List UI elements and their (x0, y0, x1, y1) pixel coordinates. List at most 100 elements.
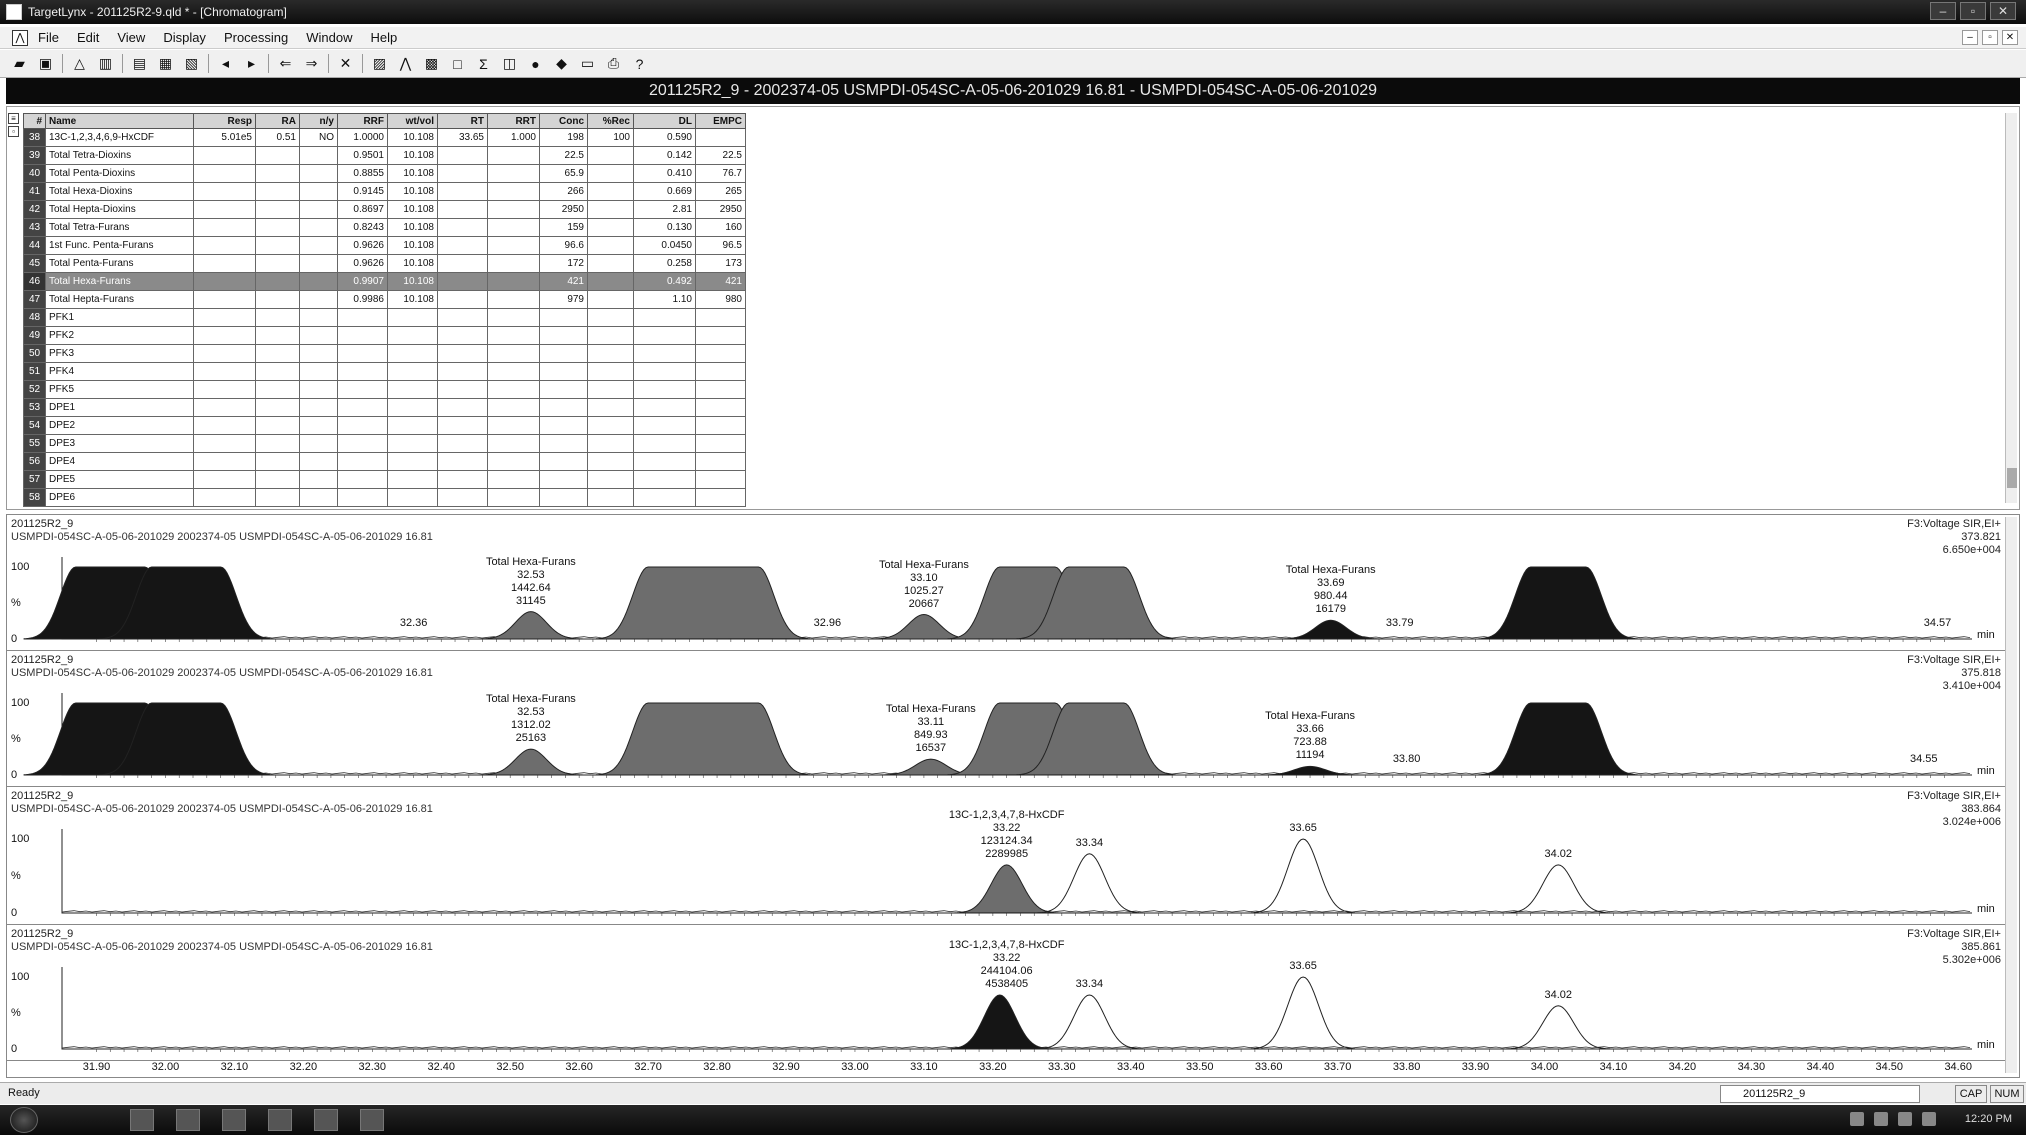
next-compound-icon[interactable]: ⇒ (302, 54, 321, 73)
start-button[interactable] (10, 1107, 38, 1133)
chromatogram-peak[interactable] (1037, 994, 1142, 1050)
peak-annotation[interactable]: Total Hexa-Furans 33.69 980.44 16179 (1286, 564, 1376, 616)
restore-button[interactable]: ▫ (1960, 2, 1986, 20)
chromatogram-trace-1[interactable]: 201125R2_9 USMPDI-054SC-A-05-06-201029 20… (7, 515, 2007, 651)
menu-processing[interactable]: Processing (224, 30, 288, 45)
col-header-0[interactable]: # (23, 113, 46, 129)
tools-icon[interactable]: ▨ (370, 54, 389, 73)
table-row[interactable]: 39 Total Tetra-Dioxins 0.9501 10.108 22.5 0.1… (23, 146, 746, 165)
chromatogram-peak[interactable] (1250, 838, 1355, 914)
chromatogram-peak[interactable] (947, 994, 1052, 1050)
taskbar-app-2[interactable] (176, 1109, 200, 1131)
taskbar-app-6[interactable] (360, 1109, 384, 1131)
peak-annotation[interactable]: Total Hexa-Furans 33.11 849.93 16537 (886, 703, 976, 755)
print-icon[interactable]: ⎙ (604, 54, 623, 73)
grid-settings-icon[interactable]: ≡ (8, 113, 19, 124)
table-row[interactable]: 38 13C-1,2,3,4,6,9-HxCDF 5.01e5 0.51 NO 1.000… (23, 128, 746, 147)
menu-help[interactable]: Help (371, 30, 398, 45)
settings-icon[interactable]: ● (526, 54, 545, 73)
menu-window[interactable]: Window (306, 30, 352, 45)
table-row[interactable]: 47 Total Hepta-Furans 0.9986 10.108 979 1.10 9… (23, 290, 746, 309)
table-row[interactable]: 42 Total Hepta-Dioxins 0.8697 10.108 2950 2.8… (23, 200, 746, 219)
menu-display[interactable]: Display (163, 30, 206, 45)
table-row[interactable]: 56 DPE4 (23, 452, 746, 471)
chromatogram-peak[interactable] (1278, 619, 1383, 640)
open-icon[interactable]: ▰ (10, 54, 29, 73)
taskbar-app-4[interactable] (268, 1109, 292, 1131)
chromatogram-peak[interactable] (1478, 566, 1638, 640)
col-header-12[interactable]: EMPC (695, 113, 746, 129)
chromatogram-peak[interactable] (595, 566, 811, 640)
table-row[interactable]: 54 DPE2 (23, 416, 746, 435)
peak-annotation[interactable]: 13C-1,2,3,4,7,8-HxCDF 33.22 244104.06 45384… (949, 939, 1065, 991)
zoom-icon[interactable]: ✕ (336, 54, 355, 73)
table-row[interactable]: 45 Total Penta-Furans 0.9626 10.108 172 0.258… (23, 254, 746, 273)
table-row[interactable]: 44 1st Func. Penta-Furans 0.9626 10.108 96.6… (23, 236, 746, 255)
table-row[interactable]: 55 DPE3 (23, 434, 746, 453)
table-icon[interactable]: Σ (474, 54, 493, 73)
table-row[interactable]: 50 PFK3 (23, 344, 746, 363)
close-button[interactable]: ✕ (1990, 2, 2016, 20)
report-icon[interactable]: ▤ (130, 54, 149, 73)
print-preview-icon[interactable]: ▧ (182, 54, 201, 73)
col-header-8[interactable]: RRT (487, 113, 540, 129)
col-header-5[interactable]: RRF (337, 113, 388, 129)
peak-annotation[interactable]: 34.02 (1545, 848, 1573, 861)
peak-annotation[interactable]: Total Hexa-Furans 32.53 1442.64 31145 (486, 556, 576, 608)
tray-icon-3[interactable] (1898, 1112, 1912, 1126)
chromatogram-icon[interactable]: ▩ (422, 54, 441, 73)
peak-annotation[interactable]: Total Hexa-Furans 33.10 1025.27 20667 (879, 559, 969, 611)
chromatogram-trace-4[interactable]: 201125R2_9 USMPDI-054SC-A-05-06-201029 20… (7, 925, 2007, 1061)
chromatogram-peak[interactable] (478, 748, 583, 776)
split-icon[interactable]: ▭ (578, 54, 597, 73)
peak-annotation[interactable]: 33.34 (1076, 837, 1104, 850)
menu-edit[interactable]: Edit (77, 30, 99, 45)
quantify-icon[interactable]: ▥ (96, 54, 115, 73)
menu-file[interactable]: File (38, 30, 59, 45)
grid-select-icon[interactable]: ▫ (8, 126, 19, 137)
col-header-11[interactable]: DL (633, 113, 696, 129)
minimize-button[interactable]: – (1930, 2, 1956, 20)
save-icon[interactable]: ▣ (36, 54, 55, 73)
prev-sample-icon[interactable]: ◂ (216, 54, 235, 73)
col-header-6[interactable]: wt/vol (387, 113, 438, 129)
document-icon[interactable]: ⋀ (12, 30, 28, 46)
next-sample-icon[interactable]: ▸ (242, 54, 261, 73)
doc-close-button[interactable]: ✕ (2002, 30, 2018, 45)
chromatogram-peak[interactable] (478, 611, 583, 640)
col-header-9[interactable]: Conc (539, 113, 588, 129)
col-header-7[interactable]: RT (437, 113, 488, 129)
tray-icon-1[interactable] (1850, 1112, 1864, 1126)
col-header-2[interactable]: Resp (193, 113, 256, 129)
peak-icon[interactable]: ⋀ (396, 54, 415, 73)
chromatogram-trace-3[interactable]: 201125R2_9 USMPDI-054SC-A-05-06-201029 20… (7, 787, 2007, 925)
table-row[interactable]: 52 PFK5 (23, 380, 746, 399)
table-row[interactable]: 53 DPE1 (23, 398, 746, 417)
integrate-icon[interactable]: △ (70, 54, 89, 73)
col-header-3[interactable]: RA (255, 113, 300, 129)
peak-annotation[interactable]: 33.34 (1076, 978, 1104, 991)
col-header-1[interactable]: Name (45, 113, 194, 129)
table-row[interactable]: 49 PFK2 (23, 326, 746, 345)
peak-annotation[interactable]: Total Hexa-Furans 32.53 1312.02 25163 (486, 693, 576, 745)
table-row[interactable]: 48 PFK1 (23, 308, 746, 327)
chromatogram-peak[interactable] (1257, 765, 1362, 776)
chromatogram-trace-2[interactable]: 201125R2_9 USMPDI-054SC-A-05-06-201029 20… (7, 651, 2007, 787)
table-row[interactable]: 41 Total Hexa-Dioxins 0.9145 10.108 266 0.669… (23, 182, 746, 201)
col-header-4[interactable]: n/y (299, 113, 338, 129)
peak-annotation[interactable]: Total Hexa-Furans 33.66 723.88 11194 (1265, 710, 1355, 762)
chromatogram-peak[interactable] (595, 702, 811, 776)
peak-annotation[interactable]: 33.65 (1289, 960, 1317, 973)
taskbar-app-1[interactable] (130, 1109, 154, 1131)
chromatogram-peak[interactable] (1506, 1005, 1611, 1050)
tray-icon-4[interactable] (1922, 1112, 1936, 1126)
chromatogram-peak[interactable] (954, 864, 1059, 914)
chromatogram-peak[interactable] (1037, 853, 1142, 914)
taskbar-app-3[interactable] (222, 1109, 246, 1131)
table-row[interactable]: 40 Total Penta-Dioxins 0.8855 10.108 65.9 0.4… (23, 164, 746, 183)
chromatogram-peak[interactable] (1506, 864, 1611, 914)
layout-icon[interactable]: ◆ (552, 54, 571, 73)
chromatogram-vertical-scrollbar[interactable] (2005, 517, 2017, 1073)
peak-annotation[interactable]: 13C-1,2,3,4,7,8-HxCDF 33.22 123124.34 22899… (949, 809, 1065, 861)
help-icon[interactable]: ? (630, 54, 649, 73)
